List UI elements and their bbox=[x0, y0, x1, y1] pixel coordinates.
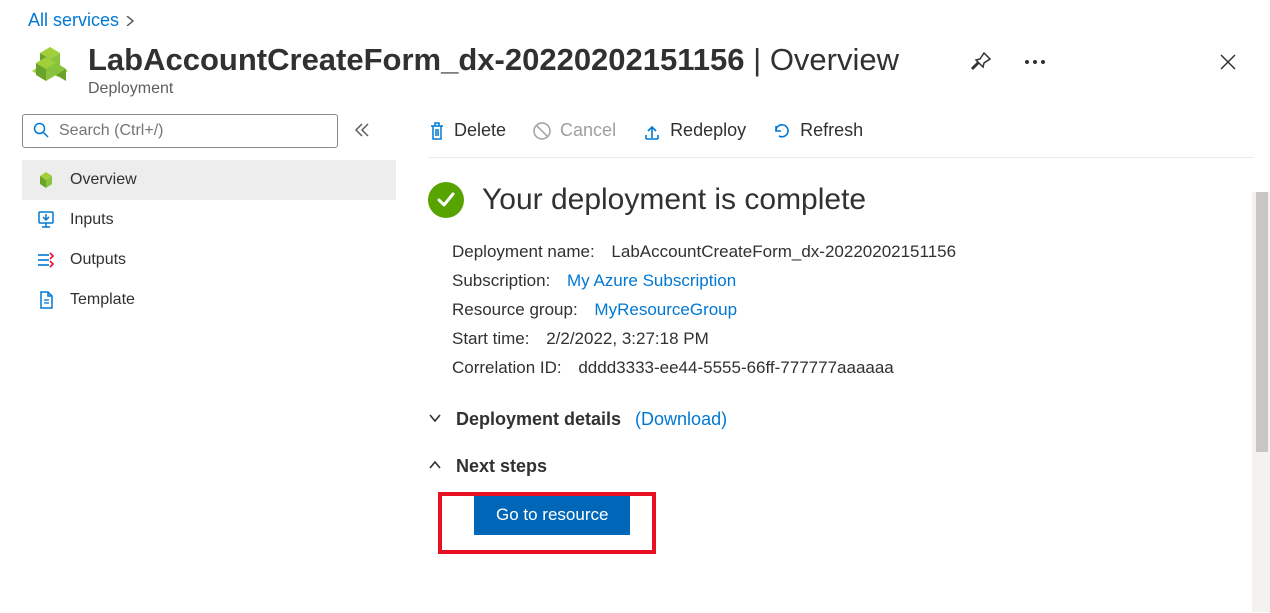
collapse-sidebar-button[interactable] bbox=[352, 119, 372, 144]
sidebar-item-label: Template bbox=[70, 291, 135, 309]
resource-group-link[interactable]: MyResourceGroup bbox=[594, 296, 737, 325]
sidebar-item-outputs[interactable]: Outputs bbox=[22, 240, 396, 280]
refresh-icon bbox=[772, 121, 792, 141]
cancel-button: Cancel bbox=[532, 120, 616, 141]
cancel-icon bbox=[532, 121, 552, 141]
subscription-link[interactable]: My Azure Subscription bbox=[567, 267, 736, 296]
chevron-up-icon bbox=[428, 456, 442, 477]
breadcrumb-all-services[interactable]: All services bbox=[28, 10, 119, 31]
subscription-label: Subscription: bbox=[452, 267, 550, 296]
sidebar-item-overview[interactable]: Overview bbox=[22, 160, 396, 200]
status-heading: Your deployment is complete bbox=[482, 183, 866, 217]
resource-type-icon bbox=[28, 41, 72, 85]
start-time-label: Start time: bbox=[452, 325, 529, 354]
download-link[interactable]: (Download) bbox=[635, 409, 727, 430]
page-title: LabAccountCreateForm_dx-20220202151156 |… bbox=[88, 41, 950, 78]
page-subtitle: Deployment bbox=[88, 80, 950, 98]
deployment-details-section[interactable]: Deployment details (Download) bbox=[428, 409, 1254, 430]
pin-button[interactable] bbox=[966, 47, 996, 77]
correlation-label: Correlation ID: bbox=[452, 354, 562, 383]
page-header: LabAccountCreateForm_dx-20220202151156 |… bbox=[0, 35, 1270, 112]
search-input[interactable] bbox=[57, 121, 327, 141]
overview-icon bbox=[36, 170, 56, 190]
sidebar-item-inputs[interactable]: Inputs bbox=[22, 200, 396, 240]
sidebar-item-label: Outputs bbox=[70, 251, 126, 269]
outputs-icon bbox=[36, 250, 56, 270]
chevron-right-icon bbox=[125, 13, 135, 29]
inputs-icon bbox=[36, 210, 56, 230]
next-steps-section[interactable]: Next steps bbox=[428, 456, 1254, 477]
search-icon bbox=[33, 122, 49, 141]
redeploy-button[interactable]: Redeploy bbox=[642, 120, 746, 141]
breadcrumb: All services bbox=[0, 0, 1270, 35]
deployment-name-value: LabAccountCreateForm_dx-20220202151156 bbox=[611, 238, 956, 267]
more-button[interactable] bbox=[1020, 55, 1050, 69]
start-time-value: 2/2/2022, 3:27:18 PM bbox=[546, 325, 709, 354]
command-bar: Delete Cancel Redeploy Refresh bbox=[428, 114, 1254, 158]
sidebar-item-template[interactable]: Template bbox=[22, 280, 396, 320]
refresh-button[interactable]: Refresh bbox=[772, 120, 863, 141]
delete-button[interactable]: Delete bbox=[428, 120, 506, 141]
sidebar-item-label: Inputs bbox=[70, 211, 114, 229]
main-content: Delete Cancel Redeploy Refresh bbox=[396, 112, 1270, 595]
scrollbar[interactable] bbox=[1252, 192, 1270, 612]
go-to-resource-button[interactable]: Go to resource bbox=[474, 495, 630, 535]
redeploy-icon bbox=[642, 121, 662, 141]
correlation-value: dddd3333-ee44-5555-66ff-777777aaaaaa bbox=[578, 354, 893, 383]
template-icon bbox=[36, 290, 56, 310]
success-icon bbox=[428, 182, 464, 218]
sidebar: Overview Inputs Outputs bbox=[0, 112, 396, 595]
deployment-details: Deployment name: LabAccountCreateForm_dx… bbox=[452, 238, 1254, 382]
scrollbar-thumb[interactable] bbox=[1256, 192, 1268, 452]
chevron-down-icon bbox=[428, 409, 442, 430]
close-button[interactable] bbox=[1214, 48, 1242, 76]
search-input-wrap[interactable] bbox=[22, 114, 338, 148]
trash-icon bbox=[428, 121, 446, 141]
deployment-name-label: Deployment name: bbox=[452, 238, 595, 267]
resource-group-label: Resource group: bbox=[452, 296, 578, 325]
sidebar-item-label: Overview bbox=[70, 171, 137, 189]
